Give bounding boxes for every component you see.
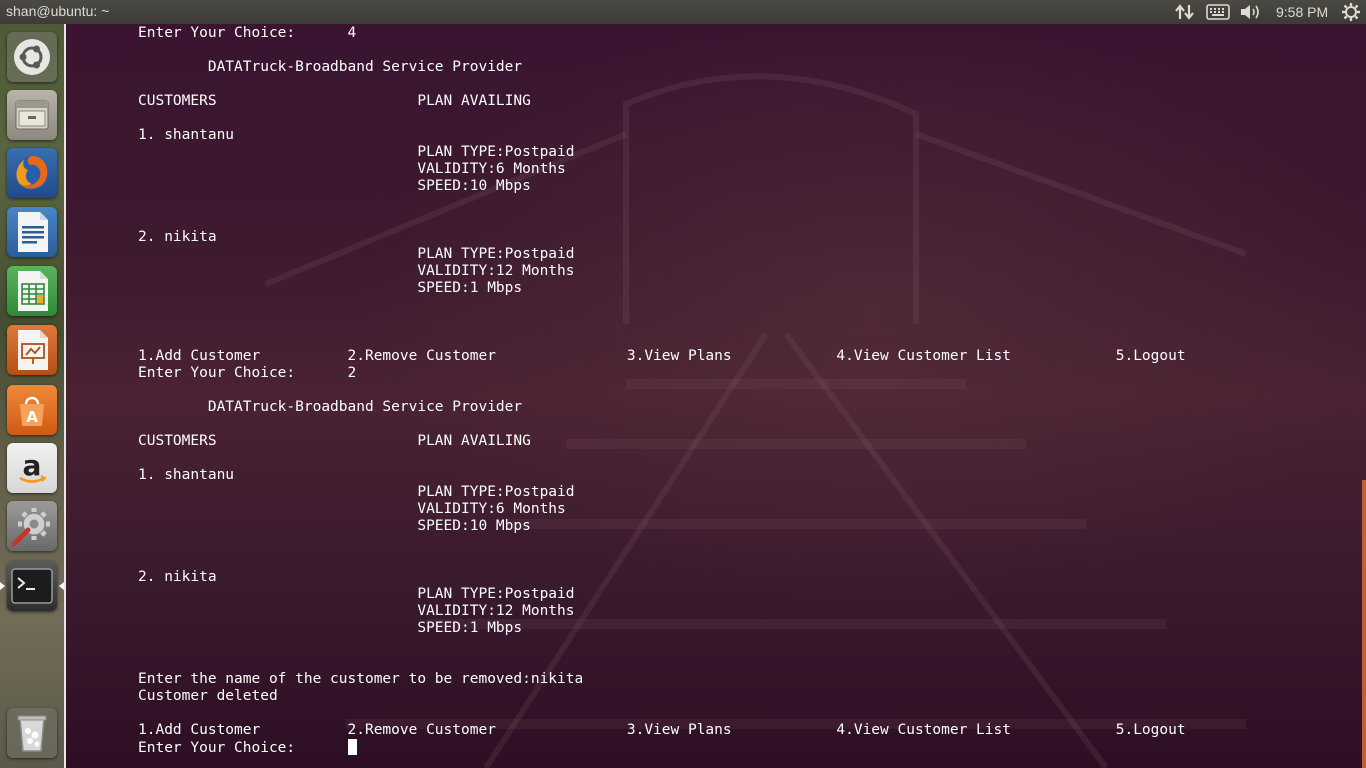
top-panel: shan@ubuntu: ~ 9:58 PM — [0, 0, 1366, 24]
libreoffice-writer-icon[interactable] — [7, 207, 57, 257]
terminal-line: 1.Add Customer 2.Remove Customer 3.View … — [138, 722, 1186, 738]
terminal-line: DATATruck-Broadband Service Provider — [138, 59, 523, 75]
terminal-scrollbar[interactable] — [1362, 480, 1366, 768]
launcher: A a — [0, 24, 66, 768]
text-cursor — [347, 739, 357, 755]
terminal-window[interactable]: Enter Your Choice: 4 DATATruck-Broadband… — [66, 24, 1366, 768]
terminal-line: VALIDITY:6 Months — [138, 501, 566, 517]
clock[interactable]: 9:58 PM — [1276, 0, 1328, 24]
system-gear-icon[interactable] — [1341, 0, 1361, 24]
terminal-output: Enter Your Choice: 4 DATATruck-Broadband… — [138, 25, 1186, 757]
terminal-line: PLAN TYPE:Postpaid — [138, 246, 575, 262]
trash-icon[interactable] — [7, 708, 57, 758]
libreoffice-calc-icon[interactable] — [7, 266, 57, 316]
terminal-line: 1. shantanu — [138, 467, 235, 483]
terminal-line: CUSTOMERS PLAN AVAILING — [138, 433, 531, 449]
volume-icon[interactable] — [1239, 0, 1261, 24]
libreoffice-impress-icon[interactable] — [7, 325, 57, 375]
terminal-line: Customer deleted — [138, 688, 278, 704]
terminal-line: Enter the name of the customer to be rem… — [138, 671, 584, 687]
svg-text:a: a — [23, 449, 42, 482]
terminal-line: DATATruck-Broadband Service Provider — [138, 399, 523, 415]
terminal-line: 1.Add Customer 2.Remove Customer 3.View … — [138, 348, 1186, 364]
amazon-icon[interactable]: a — [7, 443, 57, 493]
terminal-line: SPEED:1 Mbps — [138, 280, 523, 296]
firefox-icon[interactable] — [7, 148, 57, 198]
terminal-line: PLAN TYPE:Postpaid — [138, 144, 575, 160]
terminal-line: PLAN TYPE:Postpaid — [138, 586, 575, 602]
terminal-line: 1. shantanu — [138, 127, 235, 143]
terminal-line: PLAN TYPE:Postpaid — [138, 484, 575, 500]
terminal-line: SPEED:1 Mbps — [138, 620, 523, 636]
ubuntu-software-icon[interactable]: A — [7, 385, 57, 435]
files-icon[interactable] — [7, 90, 57, 140]
terminal-line: SPEED:10 Mbps — [138, 518, 531, 534]
ubuntu-dash-icon[interactable] — [7, 32, 57, 82]
terminal-line: VALIDITY:6 Months — [138, 161, 566, 177]
terminal-line: 2. nikita — [138, 569, 217, 585]
terminal-line: VALIDITY:12 Months — [138, 263, 575, 279]
terminal-line: VALIDITY:12 Months — [138, 603, 575, 619]
terminal-line: CUSTOMERS PLAN AVAILING — [138, 93, 531, 109]
terminal-line: Enter Your Choice: 4 — [138, 25, 357, 41]
window-title: shan@ubuntu: ~ — [6, 3, 110, 19]
terminal-line: 2. nikita — [138, 229, 217, 245]
keyboard-icon[interactable] — [1206, 0, 1230, 24]
terminal-icon[interactable] — [0, 561, 64, 611]
network-icon[interactable] — [1175, 0, 1195, 24]
system-settings-icon[interactable] — [7, 501, 57, 551]
terminal-line: SPEED:10 Mbps — [138, 178, 531, 194]
svg-text:A: A — [26, 408, 38, 426]
terminal-line: Enter Your Choice: 2 — [138, 365, 357, 381]
terminal-prompt: Enter Your Choice: — [138, 740, 348, 756]
